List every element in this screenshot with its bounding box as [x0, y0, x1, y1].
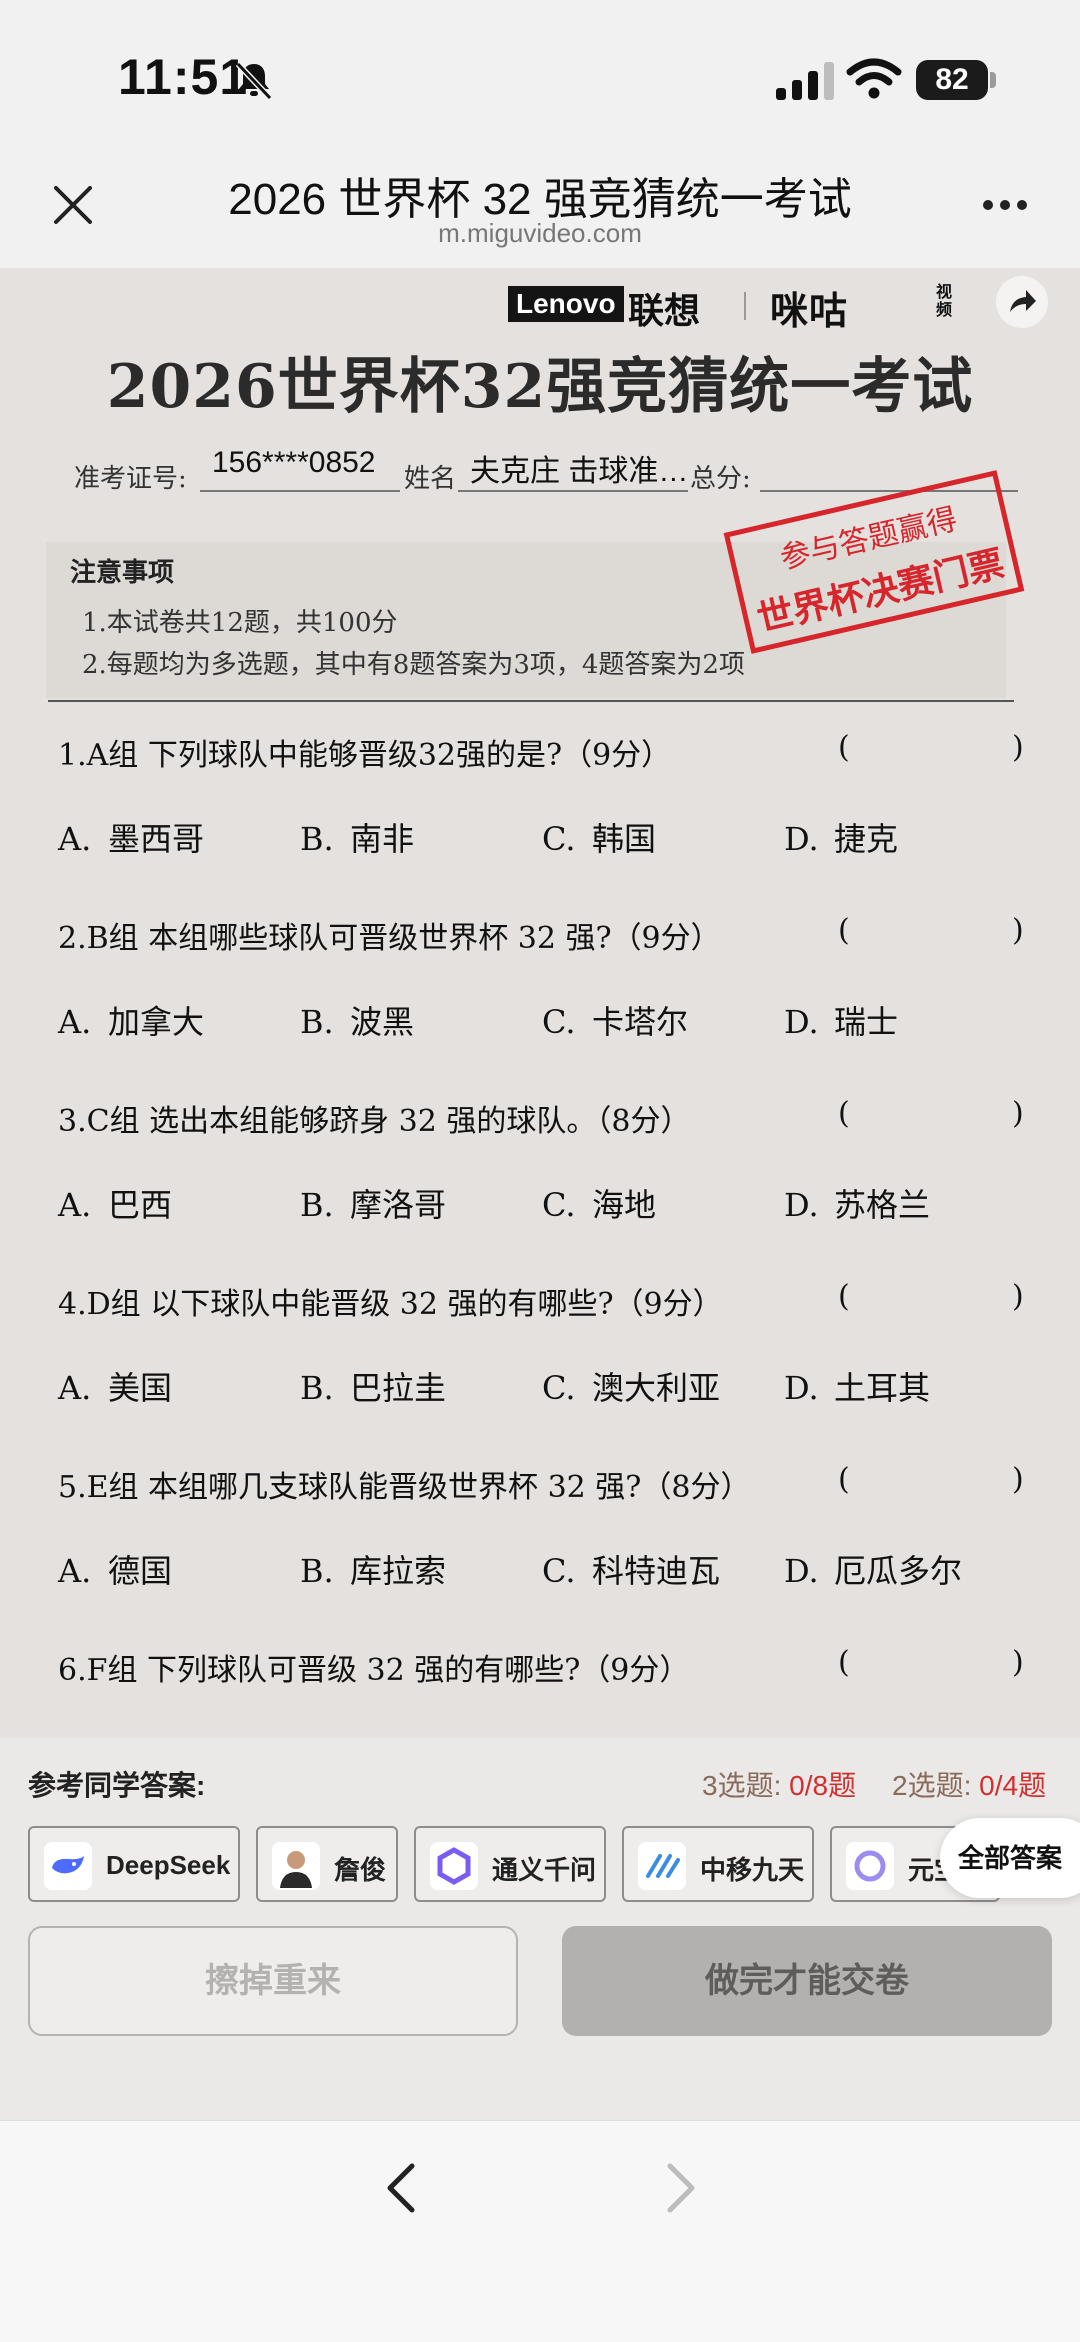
close-icon[interactable]	[48, 180, 98, 230]
battery-indicator: 82	[916, 60, 988, 100]
browser-toolbar	[0, 2120, 1080, 2342]
answer-paren-left: (	[838, 1645, 850, 1680]
answer-paren-left: (	[838, 1279, 850, 1314]
migu-logo: 咪咕	[770, 291, 849, 333]
reference-chip-tongyi[interactable]: 通义千问	[414, 1826, 606, 1902]
option-2c[interactable]: C. 卡塔尔	[542, 997, 688, 1043]
jiutian-icon	[638, 1842, 686, 1890]
answer-paren-right: )	[1012, 1279, 1024, 1314]
question-1: 1.A组 下列球队中能够晋级32强的是?（9分）	[58, 738, 672, 773]
reference-chip-zhanjun[interactable]: 詹俊	[256, 1826, 398, 1902]
option-5c[interactable]: C. 科特迪瓦	[542, 1546, 720, 1592]
name-underline	[458, 490, 688, 492]
brand-divider	[744, 292, 746, 320]
question-3: 3.C组 选出本组能够跻身 32 强的球队。（8分）	[58, 1104, 691, 1139]
reference-chip-jiutian[interactable]: 中移九天	[622, 1826, 814, 1902]
answer-paren-right: )	[1012, 913, 1024, 948]
option-1a[interactable]: A. 墨西哥	[58, 814, 204, 860]
option-2a[interactable]: A. 加拿大	[58, 997, 204, 1043]
option-5a[interactable]: A. 德国	[58, 1546, 172, 1592]
answer-paren-right: )	[1012, 1096, 1024, 1131]
candidate-name: 夫克庄 击球准…	[470, 455, 689, 488]
paper-divider	[48, 700, 1014, 702]
option-5d[interactable]: D. 厄瓜多尔	[784, 1546, 962, 1592]
avatar	[272, 1842, 320, 1890]
three-choice-progress: 3选题: 0/8题	[702, 1770, 857, 1801]
notice-line-1: 1.本试卷共12题，共100分	[82, 608, 398, 638]
notice-title: 注意事项	[70, 558, 175, 588]
answer-paren-left: (	[838, 1096, 850, 1131]
ticket-label: 准考证号:	[74, 464, 187, 494]
lenovo-cn-logo: 联想	[628, 290, 701, 331]
question-5: 5.E组 本组哪几支球队能晋级世界杯 32 强?（8分）	[58, 1470, 751, 1505]
bell-muted-icon	[235, 61, 273, 101]
option-4c[interactable]: C. 澳大利亚	[542, 1363, 720, 1409]
option-1c[interactable]: C. 韩国	[542, 814, 656, 860]
battery-nub	[990, 72, 996, 88]
wifi-icon	[846, 58, 902, 99]
answer-paren-right: )	[1012, 1462, 1024, 1497]
share-icon[interactable]	[996, 276, 1048, 328]
option-3a[interactable]: A. 巴西	[58, 1180, 172, 1226]
name-label: 姓名	[404, 464, 457, 494]
option-3c[interactable]: C. 海地	[542, 1180, 656, 1226]
option-4a[interactable]: A. 美国	[58, 1363, 172, 1409]
option-3b[interactable]: B. 摩洛哥	[300, 1180, 446, 1226]
more-icon[interactable]	[980, 190, 1030, 220]
reference-answers-label: 参考同学答案:	[28, 1770, 206, 1801]
lenovo-logo: Lenovo	[508, 286, 624, 322]
two-choice-progress: 2选题: 0/4题	[892, 1770, 1047, 1801]
forward-arrow-icon[interactable]	[658, 2158, 702, 2218]
notice-line-2: 2.每题均为多选题，其中有8题答案为3项，4题答案为2项	[82, 650, 745, 680]
exam-title: 2026世界杯32强竞猜统一考试	[106, 352, 974, 422]
back-arrow-icon[interactable]	[380, 2158, 424, 2218]
answer-paren-left: (	[838, 730, 850, 765]
deepseek-whale-icon	[44, 1842, 92, 1890]
all-answers-button[interactable]: 全部答案	[940, 1818, 1080, 1898]
option-3d[interactable]: D. 苏格兰	[784, 1180, 930, 1226]
option-1d[interactable]: D. 捷克	[784, 814, 898, 860]
reference-chip-deepseek[interactable]: DeepSeek	[28, 1826, 240, 1902]
option-4b[interactable]: B. 巴拉圭	[300, 1363, 446, 1409]
answer-paren-left: (	[838, 1462, 850, 1497]
option-2d[interactable]: D. 瑞士	[784, 997, 898, 1043]
page-url: m.miguvideo.com	[438, 218, 642, 248]
status-time: 11:51	[118, 49, 249, 105]
question-4: 4.D组 以下球队中能晋级 32 强的有哪些?（9分）	[58, 1287, 723, 1322]
yuanbao-icon	[846, 1842, 894, 1890]
score-label: 总分:	[690, 464, 751, 494]
ticket-number: 156****0852	[212, 446, 376, 479]
migu-logo-sub: 视频	[936, 284, 953, 319]
tongyi-icon	[430, 1842, 478, 1890]
option-2b[interactable]: B. 波黑	[300, 997, 414, 1043]
option-4d[interactable]: D. 土耳其	[784, 1363, 930, 1409]
option-1b[interactable]: B. 南非	[300, 814, 414, 860]
exam-paper: Lenovo 联想 咪咕 视频 2026世界杯32强竞猜统一考试 准考证号: 1…	[0, 268, 1080, 1738]
answer-paren-right: )	[1012, 730, 1024, 765]
ticket-underline	[200, 490, 400, 492]
cellular-signal-icon	[776, 62, 834, 100]
question-2: 2.B组 本组哪些球队可晋级世界杯 32 强?（9分）	[58, 921, 721, 956]
reset-button[interactable]: 擦掉重来	[28, 1926, 518, 2036]
question-6: 6.F组 下列球队可晋级 32 强的有哪些?（9分）	[58, 1653, 690, 1688]
option-5b[interactable]: B. 库拉索	[300, 1546, 446, 1592]
submit-button[interactable]: 做完才能交卷	[562, 1926, 1052, 2036]
answer-paren-right: )	[1012, 1645, 1024, 1680]
answer-paren-left: (	[838, 913, 850, 948]
